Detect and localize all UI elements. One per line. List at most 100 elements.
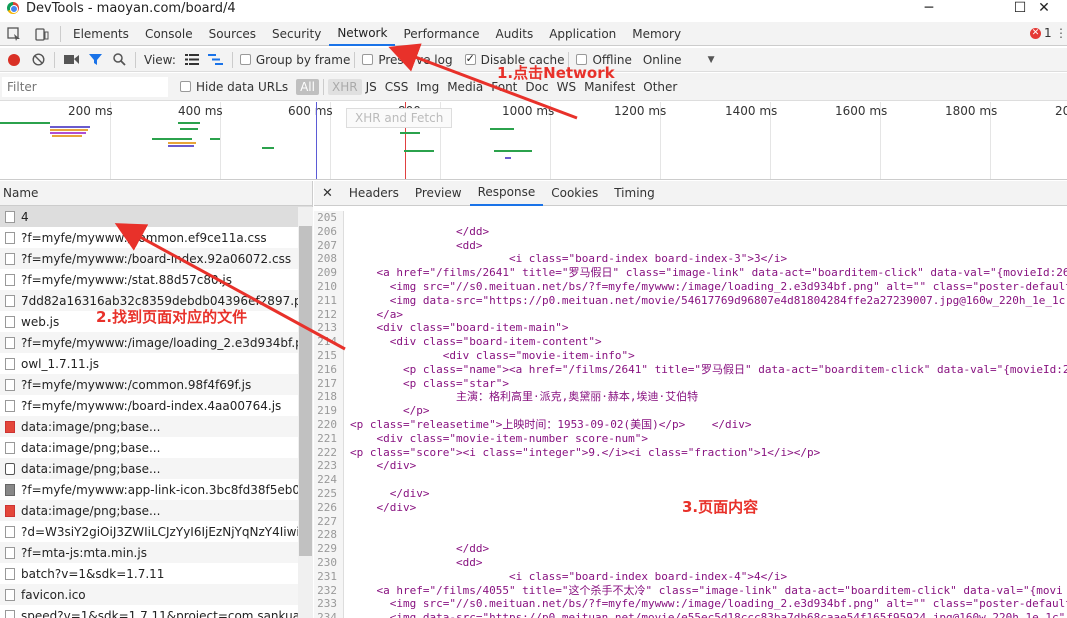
throttling-select[interactable]: Online ▼ [643,53,715,67]
request-row[interactable]: ?f=mta-js:mta.min.js [0,542,312,563]
line-text: </dd> [350,224,490,238]
tab-elements[interactable]: Elements [65,22,137,46]
filter-input[interactable] [2,76,168,97]
request-name: ?f=myfe/mywww:/board-index.92a06072.css [21,251,292,266]
filter-type-media[interactable]: Media [443,80,487,94]
minimize-button[interactable]: ─ [906,0,952,16]
close-detail-icon[interactable]: ✕ [314,181,341,206]
line-text: </div> [350,500,417,514]
name-column-header[interactable]: Name [0,181,312,206]
line-text: <i class="board-index board-index-3">3</… [350,252,788,266]
line-number: 233 [314,597,344,612]
toolbar-separator [54,51,55,68]
error-counter[interactable]: ✕ 1 [1030,26,1052,40]
tab-performance[interactable]: Performance [395,22,487,46]
code-line: 233 <img src="//s0.meituan.net/bs/?f=myf… [314,597,1067,612]
waterfall-overview-icon[interactable] [204,48,228,72]
request-row[interactable]: ?d=W3siY2giOiJ3ZWIiLCJzYyI6IjEzNjYqNzY4I… [0,521,312,542]
tab-cookies[interactable]: Cookies [543,181,606,206]
search-icon[interactable] [107,48,131,72]
timeline-tick-label: 20 [1055,104,1067,118]
file-icon [5,525,15,538]
file-icon [5,588,15,601]
request-row[interactable]: ?f=myfe/mywww:/common.ef9ce11a.css [0,227,312,248]
request-row[interactable]: owl_1.7.11.js [0,353,312,374]
file-icon [5,567,15,580]
tab-timing[interactable]: Timing [606,181,663,206]
waterfall-bar [0,122,50,124]
devtools-tabbar: Elements Console Sources Security Networ… [0,22,1067,46]
request-row[interactable]: 4 [0,206,312,227]
tab-console[interactable]: Console [137,22,201,46]
preserve-log-checkbox[interactable]: Preserve log [362,53,453,67]
request-row[interactable]: batch?v=1&sdk=1.7.11 [0,563,312,584]
request-row[interactable]: ?f=myfe/mywww:/common.98f4f69f.js [0,374,312,395]
code-line: 216 <p class="name"><a href="/films/2641… [314,362,1067,377]
waterfall-bar [505,157,511,159]
filter-icon[interactable] [83,48,107,72]
tab-sources[interactable]: Sources [201,22,264,46]
request-row[interactable]: data:image/png;base... [0,500,312,521]
file-icon [5,273,15,286]
filter-type-img[interactable]: Img [412,80,443,94]
timeline-tick-label: 1000 ms [502,104,555,118]
clear-icon[interactable] [26,48,50,72]
image-file-icon [5,420,15,433]
line-number: 212 [314,307,344,322]
request-row[interactable]: ?f=myfe/mywww:/board-index.4aa00764.js [0,395,312,416]
tab-headers[interactable]: Headers [341,181,407,206]
request-row[interactable]: data:image/png;base... [0,458,312,479]
more-options-icon[interactable]: ⋮ [1055,26,1067,40]
tab-audits[interactable]: Audits [487,22,541,46]
line-number: 234 [314,611,344,618]
code-line: 228 [314,528,1067,543]
record-icon[interactable] [2,48,26,72]
request-list-scrollbar[interactable] [298,207,313,618]
scrollbar-thumb[interactable] [299,226,312,556]
tab-application[interactable]: Application [541,22,624,46]
filter-type-js[interactable]: JS [362,80,381,94]
request-row[interactable]: data:image/png;base... [0,437,312,458]
line-text: <div class="movie-item-number score-num"… [350,431,649,445]
filter-type-other[interactable]: Other [639,80,681,94]
screenshot-camera-icon[interactable] [59,48,83,72]
tab-security[interactable]: Security [264,22,329,46]
request-row[interactable]: ?f=myfe/mywww:app-link-icon.3bc8fd38f5eb… [0,479,312,500]
tab-memory[interactable]: Memory [624,22,689,46]
filter-type-all[interactable]: All [296,78,319,95]
line-text: <i class="board-index board-index-4">4</… [350,569,788,583]
tab-response[interactable]: Response [469,181,544,206]
large-rows-icon[interactable] [180,48,204,72]
close-button[interactable]: ✕ [1021,0,1067,16]
timeline-overview[interactable]: 200 ms 400 ms 600 ms 800 ms 1000 ms 1200… [0,102,1067,180]
inspect-element-icon[interactable] [0,22,28,46]
file-icon [5,315,15,328]
code-line: 220 <p class="releasetime">上映时间：1953-09-0… [314,417,1067,432]
request-row[interactable]: ?f=myfe/mywww:/board-index.92a06072.css [0,248,312,269]
line-number: 231 [314,569,344,584]
group-by-frame-checkbox[interactable]: Group by frame [239,53,350,67]
checkbox-box [464,52,476,65]
request-row[interactable]: ?f=myfe/mywww:/stat.88d57c80.js [0,269,312,290]
response-code-view[interactable]: 205 206 </dd> 207 <dd> 208 <i class="board-… [314,211,1067,618]
code-line: 230 <dd> [314,555,1067,570]
request-name: ?d=W3siY2giOiJ3ZWIiLCJzYyI6IjEzNjYqNzY4I… [21,524,312,539]
waterfall-bar [180,128,198,130]
tab-network[interactable]: Network [329,22,396,46]
chrome-icon [7,2,19,14]
waterfall-bar [490,128,514,130]
image-file-icon [5,441,15,454]
line-text: <div class="board-item-content"> [350,335,602,349]
filter-type-css[interactable]: CSS [381,80,413,94]
request-row[interactable]: speed?v=1&sdk=1.7.11&project=com.sankuai… [0,605,312,618]
timeline-tick-label: 200 ms [68,104,113,118]
hide-data-urls-checkbox[interactable]: Hide data URLs [180,80,288,94]
request-row[interactable]: favicon.ico [0,584,312,605]
filter-type-xhr[interactable]: XHR [327,78,362,95]
file-icon [5,378,15,391]
tab-preview[interactable]: Preview [407,181,470,206]
request-row[interactable]: ?f=myfe/mywww:/image/loading_2.e3d934bf.… [0,332,312,353]
device-toolbar-icon[interactable] [28,22,56,46]
annotation-step1: 1.点击Network [497,64,615,82]
request-row[interactable]: data:image/png;base... [0,416,312,437]
